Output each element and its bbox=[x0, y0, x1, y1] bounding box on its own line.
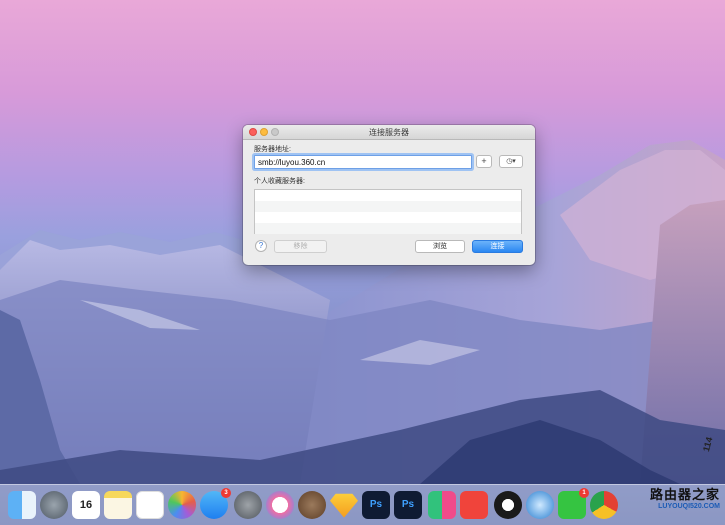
list-item[interactable] bbox=[255, 212, 521, 223]
photoshop-label: Ps bbox=[401, 499, 415, 510]
server-address-input[interactable]: smb://luyou.360.cn bbox=[254, 155, 472, 169]
connect-button[interactable]: 连接 bbox=[472, 240, 523, 253]
system-preferences-icon[interactable] bbox=[234, 491, 262, 519]
favorite-servers-label: 个人收藏服务器: bbox=[254, 178, 305, 185]
dialog-title: 连接服务器 bbox=[369, 128, 409, 137]
notes-icon[interactable] bbox=[104, 491, 132, 519]
wechat-badge: 1 bbox=[579, 488, 589, 498]
calendar-icon[interactable]: 16 bbox=[72, 491, 100, 519]
watermark: 路由器之家 LUYOUQI520.COM bbox=[648, 487, 720, 511]
app-red-icon[interactable] bbox=[460, 491, 488, 519]
browser-icon[interactable] bbox=[526, 491, 554, 519]
sketch-icon[interactable] bbox=[330, 493, 358, 518]
list-item[interactable] bbox=[255, 201, 521, 212]
dialog-titlebar[interactable]: 连接服务器 bbox=[243, 125, 535, 140]
connect-to-server-dialog: 连接服务器 服务器地址: smb://luyou.360.cn + ◷▾ 个人收… bbox=[243, 125, 535, 265]
launchpad-icon[interactable] bbox=[40, 491, 68, 519]
finder-icon[interactable] bbox=[8, 491, 36, 519]
dock: 16 3 Ps Ps 1 bbox=[0, 484, 725, 525]
watermark-title: 路由器之家 bbox=[649, 487, 720, 502]
qq-icon[interactable] bbox=[494, 491, 522, 519]
favorite-servers-list[interactable] bbox=[254, 189, 522, 234]
app-store-badge: 3 bbox=[221, 488, 231, 498]
list-item[interactable] bbox=[255, 190, 521, 201]
calendar-date: 16 bbox=[79, 499, 93, 511]
photoshop-label: Ps bbox=[369, 499, 383, 510]
recent-servers-button[interactable]: ◷▾ bbox=[499, 155, 523, 168]
walnut-icon[interactable] bbox=[298, 491, 326, 519]
photoshop-icon[interactable]: Ps bbox=[362, 491, 390, 519]
wechat-icon[interactable]: 1 bbox=[558, 488, 589, 519]
browse-button[interactable]: 浏览 bbox=[415, 240, 465, 253]
server-address-label: 服务器地址: bbox=[254, 146, 291, 153]
photos-icon[interactable] bbox=[168, 491, 196, 519]
chrome-icon[interactable] bbox=[590, 491, 618, 519]
add-favorite-button[interactable]: + bbox=[476, 155, 492, 168]
remove-button[interactable]: 移除 bbox=[274, 240, 327, 253]
photoshop-icon[interactable]: Ps bbox=[394, 491, 422, 519]
list-item[interactable] bbox=[255, 223, 521, 234]
itunes-icon[interactable] bbox=[266, 491, 294, 519]
help-button[interactable]: ? bbox=[255, 240, 267, 252]
reminders-icon[interactable] bbox=[136, 491, 164, 519]
app-green-icon[interactable] bbox=[428, 491, 456, 519]
app-store-icon[interactable]: 3 bbox=[200, 488, 231, 519]
recent-clock-icon: ◷▾ bbox=[506, 158, 516, 165]
watermark-url: LUYOUQI520.COM bbox=[658, 503, 720, 510]
